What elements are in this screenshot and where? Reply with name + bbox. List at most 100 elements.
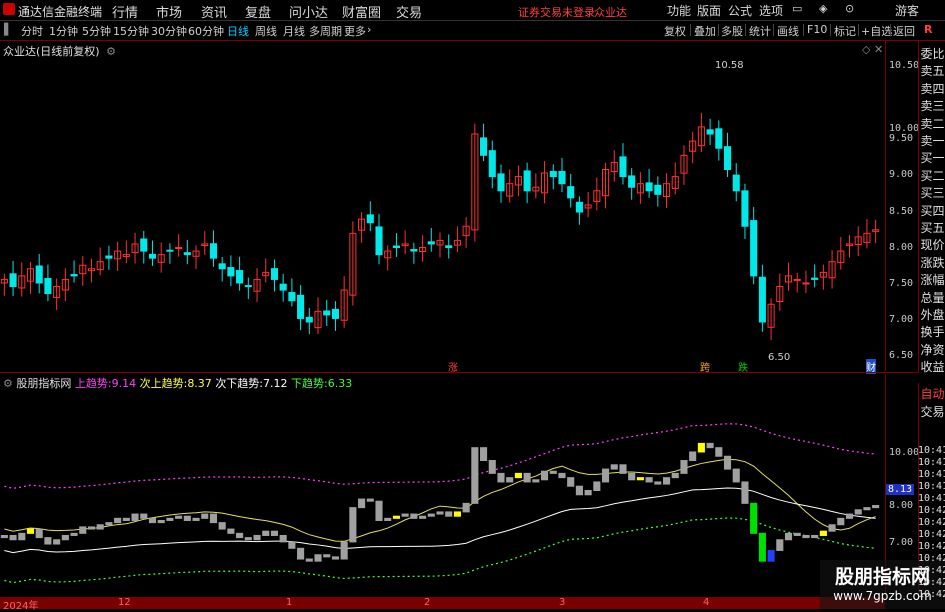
period-multi[interactable]: 多周期 [309,23,342,39]
period-monthly[interactable]: 月线 [283,23,305,39]
ind-tick: 10.00 [889,447,920,458]
period-30min[interactable]: 30分钟 [151,23,187,39]
period-more[interactable]: 更多 [344,23,366,39]
time-stack-label: 10:41 [918,469,945,480]
indicator-bar [741,481,749,504]
side-item[interactable]: 现价 [919,236,945,253]
menu-layout[interactable]: 版面 [697,2,721,19]
side-item[interactable]: 卖三 [919,97,945,114]
side-item[interactable]: 卖二 [919,115,945,132]
period-1min[interactable]: 1分钟 [49,23,78,39]
menu-function[interactable]: 功能 [667,2,691,19]
period-5min[interactable]: 5分钟 [82,23,111,39]
tool-multi-stock[interactable]: 多股 [721,23,743,39]
indicator-bar [601,468,610,483]
side-item[interactable]: 买二 [919,167,945,184]
menu-market[interactable]: 市场 [156,2,182,21]
side-item[interactable]: 涨幅 [919,271,945,288]
indicator-bar [802,534,810,539]
indicator-bar [671,472,679,479]
side-item[interactable]: 净资 [919,341,945,358]
help-icon[interactable]: ⊙ [845,2,854,15]
menu-review[interactable]: 复盘 [245,2,271,21]
side-item[interactable]: 收益 [919,358,945,375]
tool-add-watchlist[interactable]: +自选 [861,23,892,39]
candle-body [331,308,339,319]
indicator-bar [9,534,17,541]
candle-body [654,184,662,195]
candle-body [366,214,374,224]
indicator-bar [758,532,766,562]
period-intraday[interactable]: 分时 [21,23,43,39]
period-15min[interactable]: 15分钟 [113,23,149,39]
window-icon[interactable]: ▭ [792,2,802,15]
side-item[interactable]: 买五 [919,219,945,236]
indicator-bar [96,524,104,530]
period-daily[interactable]: 日线 [227,23,249,39]
r-badge[interactable]: R [924,23,932,36]
tool-draw[interactable]: 画线 [777,23,799,39]
side-item[interactable]: 涨跌 [919,254,945,271]
login-notice[interactable]: 证券交易未登录 [518,4,595,20]
indicator-bar [471,447,479,504]
time-label: 2024年 [3,601,39,612]
tool-overlay[interactable]: 叠加 [694,23,716,39]
tool-stats[interactable]: 统计 [749,23,771,39]
side-item[interactable]: 自动 [919,385,945,402]
side-item[interactable]: 买一 [919,149,945,166]
indicator-bar [131,513,139,521]
side-item[interactable]: 委比 [919,45,945,62]
menu-options[interactable]: 选项 [759,2,783,19]
time-stack-label: 10:42 [918,565,945,576]
side-item[interactable]: 卖五 [919,62,945,79]
menu-quotes[interactable]: 行情 [112,2,138,21]
side-item[interactable]: 总量 [919,289,945,306]
indicator-bar [872,504,880,509]
time-stack-label: 10:41 [918,445,945,456]
skin-icon[interactable]: ◈ [819,2,827,15]
tool-rights[interactable]: 复权 [664,23,686,39]
indicator-bar [488,460,496,474]
time-stack-label: 10:42 [918,577,945,588]
indicator-bar [776,539,784,551]
indicator-bar [723,455,732,470]
side-item[interactable]: 卖四 [919,80,945,97]
menu-formula[interactable]: 公式 [728,2,752,19]
indicator-bar [628,472,636,481]
tool-back[interactable]: 返回 [893,23,915,39]
candle-body [209,243,218,259]
side-item[interactable]: 买三 [919,184,945,201]
guest-label[interactable]: 游客 [895,2,919,19]
side-item[interactable]: 外盘 [919,306,945,323]
candle-body [375,226,383,256]
tool-f10[interactable]: F10 [807,23,827,36]
indicator-bar [323,554,331,558]
candle-body [323,310,331,316]
side-item[interactable]: 交易 [919,403,945,420]
candle-body [741,190,749,227]
indicator-bar [331,556,339,560]
period-weekly[interactable]: 周线 [255,23,277,39]
menu-ask[interactable]: 问小达 [289,2,328,21]
tool-mark[interactable]: 标记 [834,23,856,39]
indicator-chart[interactable] [0,375,885,597]
indicator-bar [750,502,758,534]
indicator-bar [558,472,566,479]
side-item[interactable]: 买四 [919,202,945,219]
menu-wealth[interactable]: 财富圈 [342,2,381,21]
chevron-right-icon[interactable]: › [367,23,371,36]
time-stack-label: 10:42 [918,505,945,516]
period-60min[interactable]: 60分钟 [188,23,224,39]
menu-news[interactable]: 资讯 [201,2,227,21]
indicator-bar [462,502,470,513]
price-tick: 6.50 [889,350,914,361]
side-item[interactable]: 卖一 [919,132,945,149]
side-item[interactable]: 换手 [919,323,945,340]
candle-body [750,220,758,277]
candlestick-chart[interactable] [0,41,885,371]
menu-trade[interactable]: 交易 [396,2,422,21]
panel-toggle-icon[interactable]: ▌ [4,23,12,36]
indicator-bar [819,530,827,536]
candle-body [802,282,810,285]
time-stack-label: 10:42 [918,553,945,564]
